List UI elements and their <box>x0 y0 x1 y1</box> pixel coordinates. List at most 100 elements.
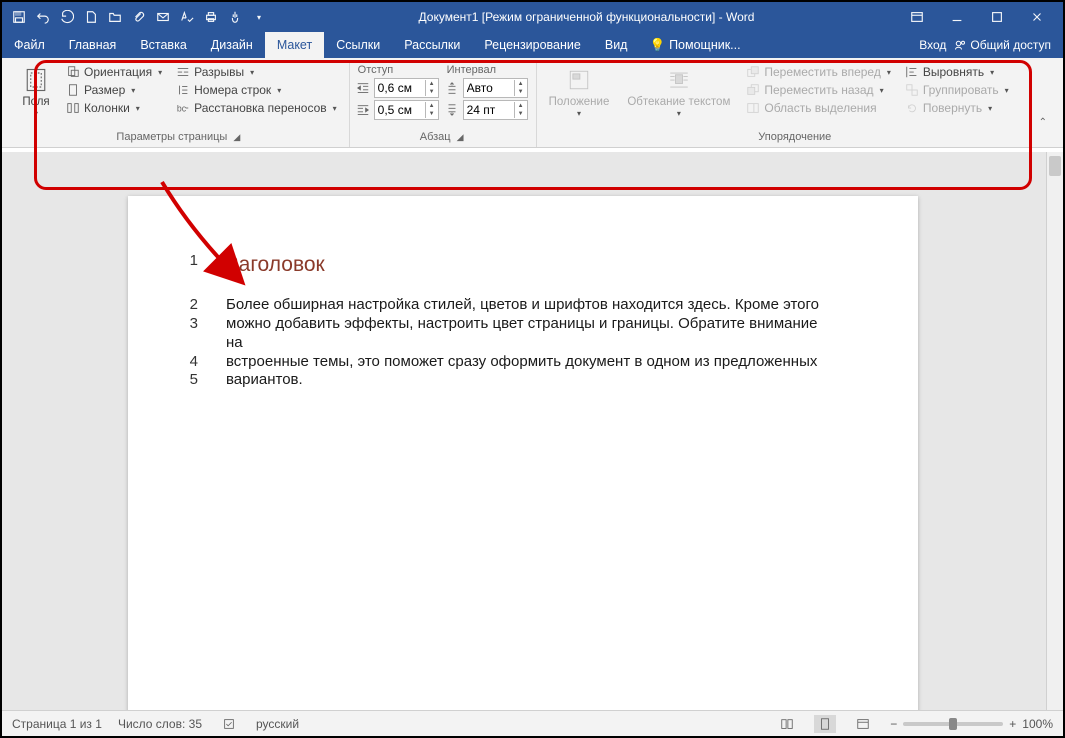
position-button[interactable]: Положение▾ <box>543 64 616 120</box>
status-bar: Страница 1 из 1 Число слов: 35 русский −… <box>2 710 1063 736</box>
position-icon <box>565 66 593 94</box>
spin-down[interactable]: ▼ <box>426 88 438 96</box>
spacing-before-input[interactable] <box>464 81 514 95</box>
tab-review[interactable]: Рецензирование <box>472 32 593 58</box>
spacing-header: Интервал <box>445 64 528 76</box>
indent-right-input[interactable] <box>375 103 425 117</box>
zoom-level[interactable]: 100% <box>1022 717 1053 731</box>
read-mode-icon[interactable] <box>776 715 798 733</box>
close-icon[interactable] <box>1023 6 1051 28</box>
spellcheck-icon[interactable] <box>176 6 198 28</box>
zoom-out-button[interactable]: − <box>890 717 897 731</box>
proofing-icon[interactable] <box>218 715 240 733</box>
spacing-after-spinner[interactable]: ▲▼ <box>445 100 528 120</box>
tab-home[interactable]: Главная <box>57 32 129 58</box>
page-setup-launcher[interactable]: ◢ <box>233 132 240 143</box>
indent-left-input[interactable] <box>375 81 425 95</box>
paragraph-launcher[interactable]: ◢ <box>457 132 464 143</box>
ribbon-display-icon[interactable] <box>903 6 931 28</box>
print-layout-icon[interactable] <box>814 715 836 733</box>
status-language[interactable]: русский <box>256 717 299 731</box>
tab-mailings[interactable]: Рассылки <box>392 32 472 58</box>
spin-up[interactable]: ▲ <box>515 102 527 110</box>
vertical-scrollbar[interactable] <box>1046 152 1063 710</box>
tell-me[interactable]: 💡Помощник... <box>639 32 750 58</box>
tab-view[interactable]: Вид <box>593 32 640 58</box>
size-button[interactable]: Размер▾ <box>62 82 166 98</box>
align-icon <box>905 65 919 79</box>
spin-down[interactable]: ▼ <box>515 88 527 96</box>
collapse-ribbon-icon[interactable]: ⌃ <box>1039 117 1047 128</box>
tab-layout[interactable]: Макет <box>265 32 324 58</box>
quick-access-toolbar: ▾ <box>2 6 270 28</box>
minimize-icon[interactable] <box>943 6 971 28</box>
indent-left-icon <box>356 81 370 95</box>
svg-text:bc: bc <box>177 104 187 114</box>
indent-left-spinner[interactable]: ▲▼ <box>356 78 439 98</box>
group-label-paragraph: Абзац <box>420 131 451 143</box>
web-layout-icon[interactable] <box>852 715 874 733</box>
save-icon[interactable] <box>8 6 30 28</box>
hyphenation-button[interactable]: bcРасстановка переносов▾ <box>172 100 341 116</box>
align-button[interactable]: Выровнять▾ <box>901 64 1013 80</box>
orientation-button[interactable]: Ориентация▾ <box>62 64 166 80</box>
spin-up[interactable]: ▲ <box>426 102 438 110</box>
maximize-icon[interactable] <box>983 6 1011 28</box>
document-heading[interactable]: Заголовок <box>226 252 325 278</box>
redo-icon[interactable] <box>56 6 78 28</box>
spacing-after-input[interactable] <box>464 103 514 117</box>
margins-button[interactable]: Поля▾ <box>16 64 56 120</box>
line-number: 3 <box>184 315 198 353</box>
group-button[interactable]: Группировать▾ <box>901 82 1013 98</box>
tab-insert[interactable]: Вставка <box>128 32 198 58</box>
body-line[interactable]: вариантов. <box>226 371 303 390</box>
wrap-text-button[interactable]: Обтекание текстом▾ <box>621 64 736 120</box>
document-area: 1Заголовок 2Более обширная настройка сти… <box>2 152 1063 710</box>
line-number: 1 <box>184 252 198 296</box>
status-words[interactable]: Число слов: 35 <box>118 717 202 731</box>
body-line[interactable]: встроенные темы, это поможет сразу оформ… <box>226 353 817 372</box>
line-numbers-button[interactable]: Номера строк▾ <box>172 82 341 98</box>
touch-icon[interactable] <box>224 6 246 28</box>
share-button[interactable]: Общий доступ <box>954 38 1051 52</box>
body-line[interactable]: Более обширная настройка стилей, цветов … <box>226 296 819 315</box>
email-icon[interactable] <box>152 6 174 28</box>
bring-forward-button[interactable]: Переместить вперед▾ <box>742 64 895 80</box>
size-icon <box>66 83 80 97</box>
tab-references[interactable]: Ссылки <box>324 32 392 58</box>
status-page[interactable]: Страница 1 из 1 <box>12 717 102 731</box>
body-line[interactable]: можно добавить эффекты, настроить цвет с… <box>226 315 826 353</box>
breaks-button[interactable]: Разрывы▾ <box>172 64 341 80</box>
signin-link[interactable]: Вход <box>919 38 946 52</box>
attach-icon[interactable] <box>128 6 150 28</box>
window-title: Документ1 [Режим ограниченной функционал… <box>270 10 903 24</box>
send-backward-button[interactable]: Переместить назад▾ <box>742 82 895 98</box>
zoom-slider[interactable] <box>903 722 1003 726</box>
rotate-button[interactable]: Повернуть▾ <box>901 100 1013 116</box>
tab-design[interactable]: Дизайн <box>199 32 265 58</box>
share-icon <box>954 39 966 51</box>
scrollbar-thumb[interactable] <box>1049 156 1061 176</box>
columns-button[interactable]: Колонки▾ <box>62 100 166 116</box>
quickprint-icon[interactable] <box>200 6 222 28</box>
hyphenation-icon: bc <box>176 101 190 115</box>
tab-file[interactable]: Файл <box>2 32 57 58</box>
group-label-arrange: Упорядочение <box>758 131 831 143</box>
group-icon <box>905 83 919 97</box>
indent-right-spinner[interactable]: ▲▼ <box>356 100 439 120</box>
spacing-before-spinner[interactable]: ▲▼ <box>445 78 528 98</box>
spin-up[interactable]: ▲ <box>426 80 438 88</box>
zoom-in-button[interactable]: + <box>1009 717 1016 731</box>
bring-forward-icon <box>746 65 760 79</box>
spin-down[interactable]: ▼ <box>515 110 527 118</box>
spin-down[interactable]: ▼ <box>426 110 438 118</box>
undo-icon[interactable] <box>32 6 54 28</box>
indent-header: Отступ <box>356 64 439 76</box>
selection-pane-button[interactable]: Область выделения <box>742 100 895 116</box>
document-page[interactable]: 1Заголовок 2Более обширная настройка сти… <box>128 196 918 710</box>
rotate-icon <box>905 101 919 115</box>
qat-customize-icon[interactable]: ▾ <box>248 6 270 28</box>
new-icon[interactable] <box>80 6 102 28</box>
spin-up[interactable]: ▲ <box>515 80 527 88</box>
open-icon[interactable] <box>104 6 126 28</box>
